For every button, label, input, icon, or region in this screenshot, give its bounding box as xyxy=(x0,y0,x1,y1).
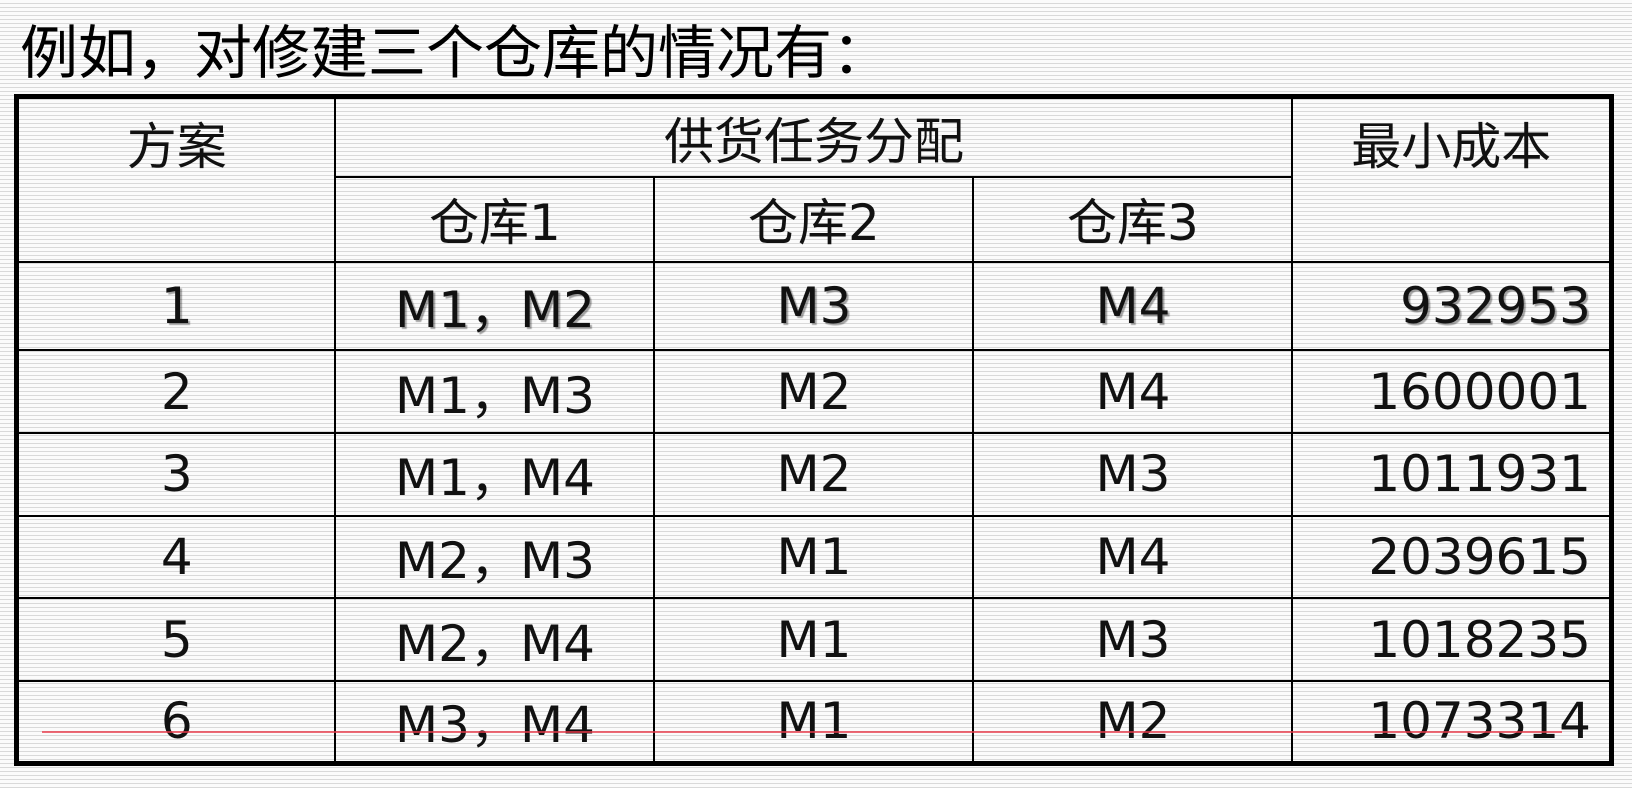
header-min-cost: 最小成本 xyxy=(1291,95,1613,263)
cell-warehouse-3: M4 xyxy=(972,514,1294,600)
cell-warehouse-2: M1 xyxy=(653,597,975,682)
header-plan: 方案 xyxy=(15,95,337,263)
cell-plan: 2 xyxy=(15,349,337,434)
table-row-highlighted: 1 M1，M2 M3 M4 932953 xyxy=(15,260,1613,352)
cell-warehouse-3: M4 xyxy=(972,260,1294,352)
cell-warehouse-3: M3 xyxy=(972,431,1294,517)
slide-title: 例如，对修建三个仓库的情况有： xyxy=(20,19,891,87)
cell-warehouse-2: M1 xyxy=(653,514,975,600)
table-row: 6 M3，M4 M1 M2 1073314 xyxy=(15,679,1613,765)
header-warehouse-2: 仓库2 xyxy=(653,176,975,263)
cell-warehouse-1: M1，M3 xyxy=(334,349,656,434)
plan-table-container: 方案 供货任务分配 最小成本 仓库1 仓库2 仓库3 1 M1，M2 M3 M4… xyxy=(14,94,1614,766)
plan-table: 方案 供货任务分配 最小成本 仓库1 仓库2 仓库3 1 M1，M2 M3 M4… xyxy=(14,94,1614,766)
cell-warehouse-1: M3，M4 xyxy=(334,679,656,765)
cell-min-cost: 1011931 xyxy=(1291,431,1613,517)
stray-red-line xyxy=(42,731,1562,733)
cell-warehouse-2: M2 xyxy=(653,349,975,434)
header-supply-assignment: 供货任务分配 xyxy=(334,95,1294,179)
table-row: 2 M1，M3 M2 M4 1600001 xyxy=(15,349,1613,434)
table-row: 5 M2，M4 M1 M3 1018235 xyxy=(15,597,1613,682)
cell-min-cost: 2039615 xyxy=(1291,514,1613,600)
cell-warehouse-3: M2 xyxy=(972,679,1294,765)
cell-min-cost: 932953 xyxy=(1291,260,1613,352)
cell-min-cost: 1018235 xyxy=(1291,597,1613,682)
cell-min-cost: 1073314 xyxy=(1291,679,1613,765)
cell-warehouse-1: M1，M2 xyxy=(334,260,656,352)
header-row-1: 方案 供货任务分配 最小成本 xyxy=(15,95,1613,263)
cell-warehouse-1: M1，M4 xyxy=(334,431,656,517)
cell-warehouse-1: M2，M3 xyxy=(334,514,656,600)
cell-warehouse-2: M2 xyxy=(653,431,975,517)
cell-plan: 3 xyxy=(15,431,337,517)
cell-warehouse-2: M1 xyxy=(653,679,975,765)
cell-warehouse-3: M4 xyxy=(972,349,1294,434)
cell-plan: 6 xyxy=(15,679,337,765)
table-row: 3 M1，M4 M2 M3 1011931 xyxy=(15,431,1613,517)
header-warehouse-1: 仓库1 xyxy=(334,176,656,263)
cell-plan: 1 xyxy=(15,260,337,352)
cell-plan: 5 xyxy=(15,597,337,682)
header-warehouse-3: 仓库3 xyxy=(972,176,1294,263)
table-row: 4 M2，M3 M1 M4 2039615 xyxy=(15,514,1613,600)
cell-warehouse-2: M3 xyxy=(653,260,975,352)
cell-min-cost: 1600001 xyxy=(1291,349,1613,434)
cell-plan: 4 xyxy=(15,514,337,600)
cell-warehouse-1: M2，M4 xyxy=(334,597,656,682)
cell-warehouse-3: M3 xyxy=(972,597,1294,682)
